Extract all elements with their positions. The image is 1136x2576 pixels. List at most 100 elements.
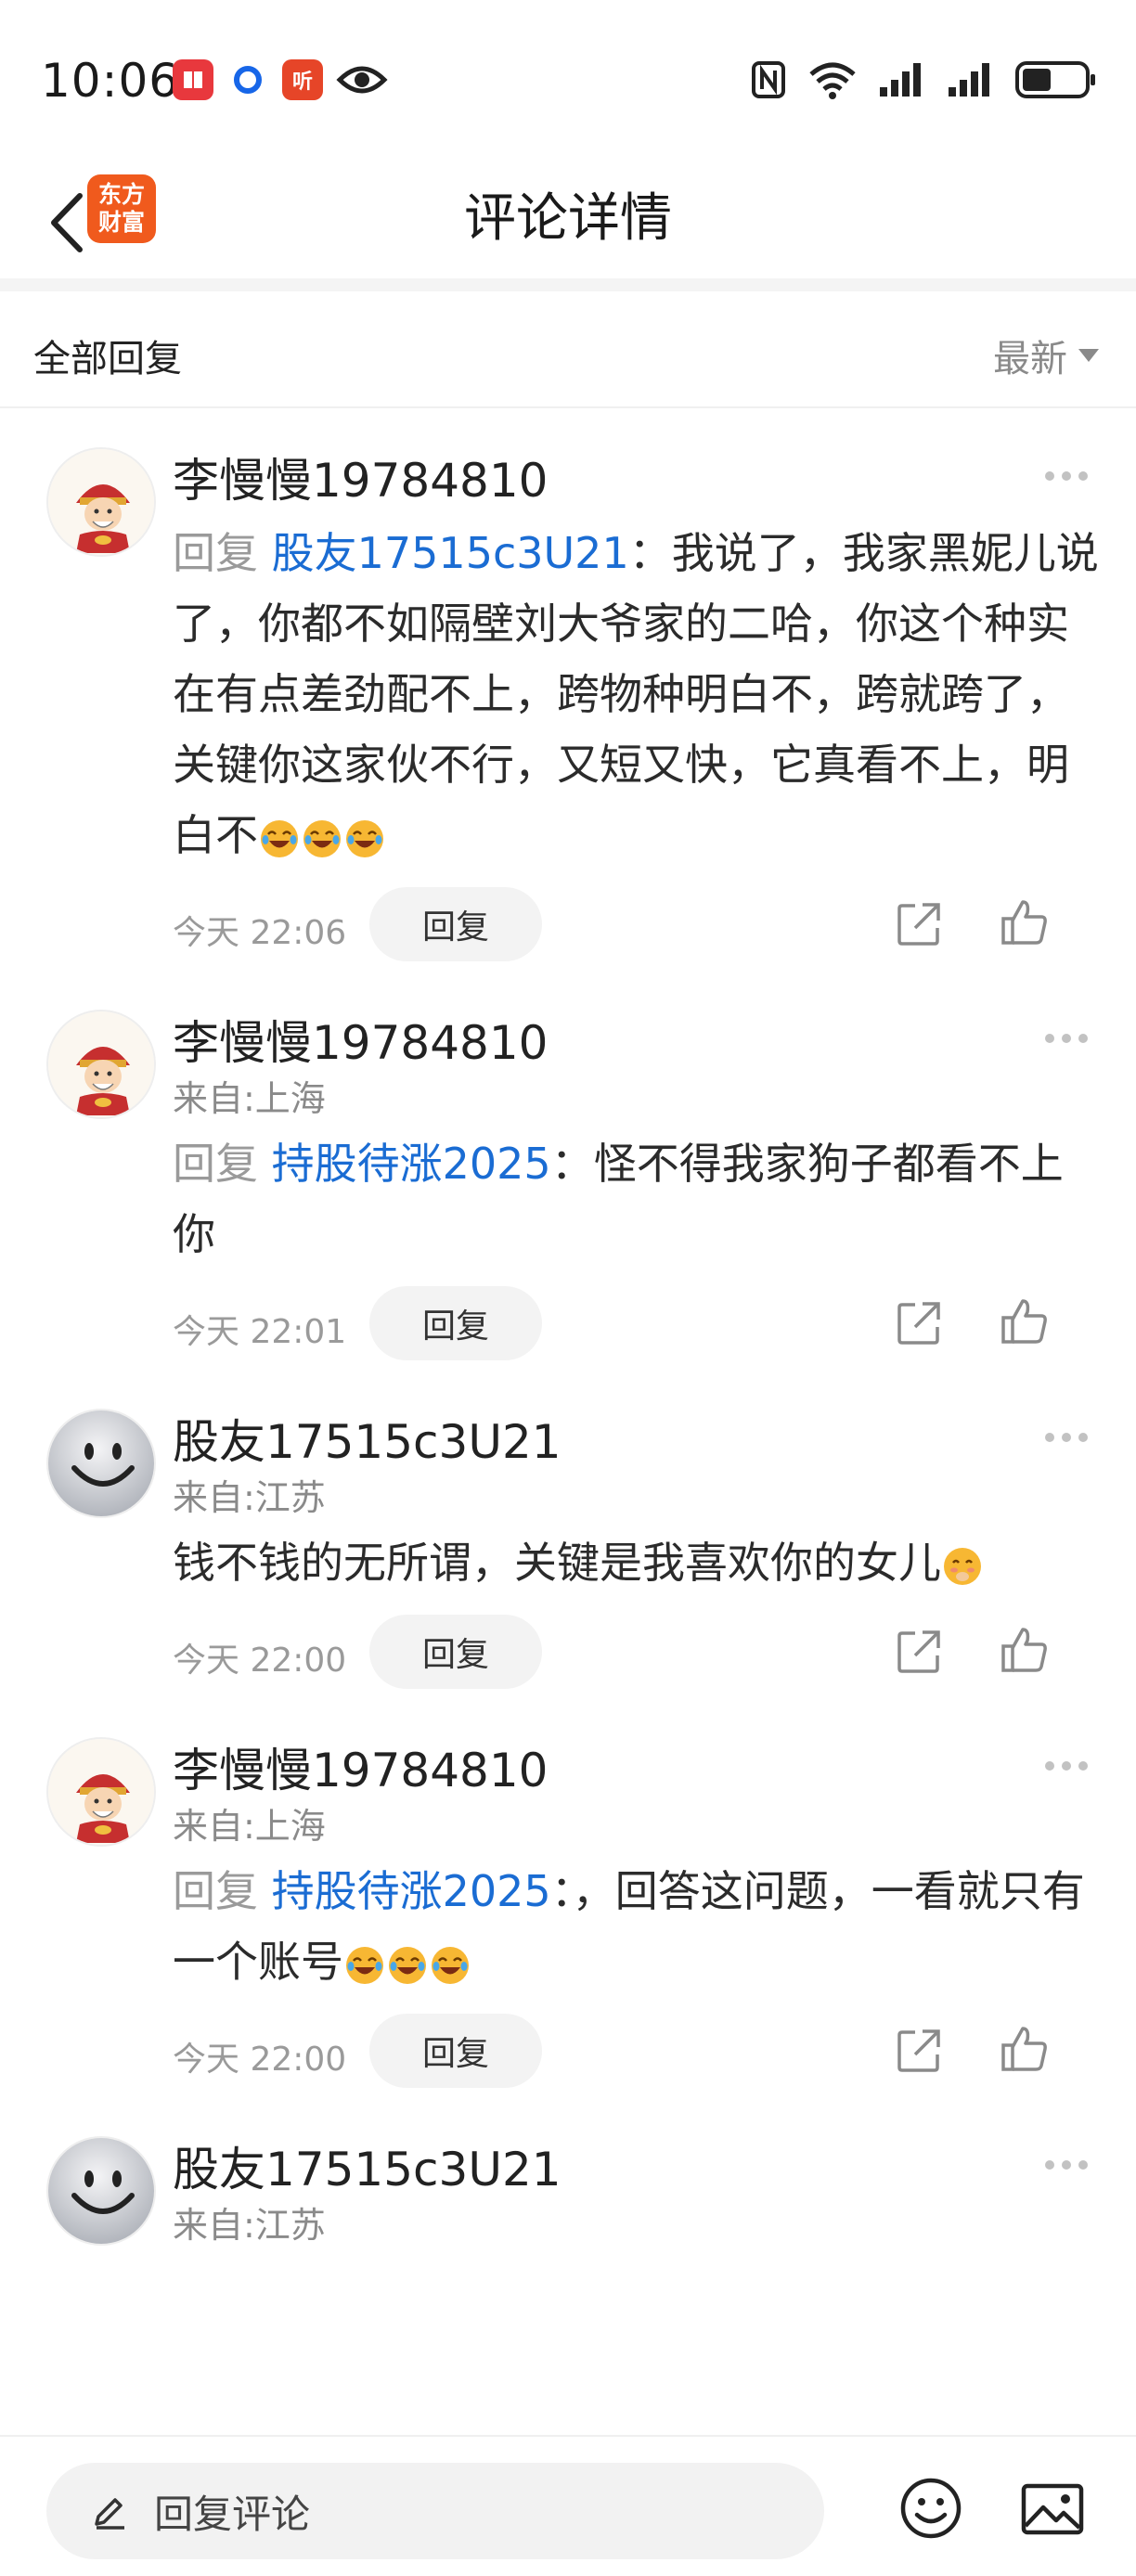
logo-line2: 财富 xyxy=(97,209,145,236)
reply-target-user[interactable]: 持股待涨2025 xyxy=(272,1866,551,1916)
logo-line1: 东方 xyxy=(97,181,145,208)
header: 评论详情 东方 财富 xyxy=(0,167,1136,278)
emoji-button[interactable] xyxy=(898,2476,963,2544)
share-icon xyxy=(897,903,940,946)
listen-app-icon: 听 xyxy=(282,59,323,100)
comment-item: 股友17515c3U21 来自:江苏 xyxy=(0,2097,1136,2249)
comment-list: 李慢慢19784810 回复 股友17515c3U21：我说了，我家黑妮儿说了，你… xyxy=(0,408,1136,2435)
reply-prefix: 回复 xyxy=(173,528,258,578)
avatar[interactable] xyxy=(46,2136,156,2246)
share-button[interactable] xyxy=(895,2027,943,2079)
comment-item: 李慢慢19784810 回复 股友17515c3U21：我说了，我家黑妮儿说了，你… xyxy=(0,408,1136,971)
comment-item: 李慢慢19784810 来自:上海回复 持股待涨2025：，回答这问题，一看就只有… xyxy=(0,1698,1136,2097)
status-bar: 10:06 听 xyxy=(0,0,1136,167)
reply-prefix: 回复 xyxy=(173,1866,258,1916)
thumbs-up-icon xyxy=(1001,1299,1047,1344)
reply-prefix: 回复 xyxy=(173,1139,258,1189)
more-options-icon[interactable] xyxy=(1045,471,1088,481)
avatar[interactable] xyxy=(46,1737,156,1847)
comment-author[interactable]: 李慢慢19784810 xyxy=(173,1011,1099,1075)
status-time: 10:06 xyxy=(41,54,180,108)
shy-emoji xyxy=(944,1547,981,1585)
more-options-icon[interactable] xyxy=(1045,2160,1088,2170)
share-button[interactable] xyxy=(895,1299,943,1351)
laugh-cry-emoji xyxy=(346,1946,383,1984)
comment-item: 李慢慢19784810 来自:上海回复 持股待涨2025：怪不得我家狗子都看不上你… xyxy=(0,971,1136,1370)
like-button[interactable] xyxy=(999,2023,1051,2079)
nfc-icon xyxy=(752,61,785,98)
comment-meta: 今天 22:01 回复 xyxy=(173,1281,1099,1370)
more-options-icon[interactable] xyxy=(1045,1034,1088,1043)
system-icons xyxy=(750,59,1095,100)
notification-icons: 听 xyxy=(173,59,388,100)
thumbs-up-icon xyxy=(1001,2027,1047,2071)
more-options-icon[interactable] xyxy=(1045,1761,1088,1771)
comment-text: 钱不钱的无所谓，关键是我喜欢你的女儿 xyxy=(173,1527,1099,1598)
comment-meta: 今天 22:06 回复 xyxy=(173,882,1099,971)
comment-time: 今天 22:00 xyxy=(173,1642,347,1680)
share-button[interactable] xyxy=(895,1628,943,1680)
avatar[interactable] xyxy=(46,1409,156,1518)
bottom-bar: 回复评论 xyxy=(0,2435,1136,2576)
sort-label: 最新 xyxy=(993,338,1067,380)
like-button[interactable] xyxy=(999,1295,1051,1351)
reply-input-placeholder: 回复评论 xyxy=(154,2491,311,2537)
reply-button[interactable]: 回复 xyxy=(369,1286,542,1360)
share-icon xyxy=(897,1630,940,1673)
comment-item: 股友17515c3U21 来自:江苏钱不钱的无所谓，关键是我喜欢你的女儿今天 22… xyxy=(0,1370,1136,1698)
reply-input[interactable]: 回复评论 xyxy=(46,2463,824,2559)
section-divider xyxy=(0,278,1136,291)
comment-time: 今天 22:01 xyxy=(173,1313,347,1351)
image-button[interactable] xyxy=(1021,2483,1084,2539)
like-button[interactable] xyxy=(999,896,1051,952)
signal-icon-2 xyxy=(949,63,989,97)
page-title: 评论详情 xyxy=(464,188,672,249)
comment-time: 今天 22:06 xyxy=(173,914,347,952)
browser-app-icon xyxy=(234,66,262,94)
thumbs-up-icon xyxy=(1001,1628,1047,1672)
avatar[interactable] xyxy=(46,1010,156,1119)
laugh-cry-emoji xyxy=(303,819,341,857)
reply-button[interactable]: 回复 xyxy=(369,2014,542,2088)
comment-location: 来自:江苏 xyxy=(173,1477,326,1518)
comment-author[interactable]: 股友17515c3U21 xyxy=(173,2138,1099,2201)
reply-button[interactable]: 回复 xyxy=(369,887,542,961)
comment-location: 来自:上海 xyxy=(173,1078,326,1119)
smiley-icon xyxy=(900,2478,962,2539)
comment-location: 来自:上海 xyxy=(173,1806,326,1847)
reply-button[interactable]: 回复 xyxy=(369,1615,542,1689)
comment-author[interactable]: 李慢慢19784810 xyxy=(173,1739,1099,1802)
comment-time: 今天 22:00 xyxy=(173,2041,347,2079)
signal-icon-1 xyxy=(880,63,921,97)
eye-icon xyxy=(336,66,388,94)
more-options-icon[interactable] xyxy=(1045,1433,1088,1442)
pencil-icon xyxy=(95,2498,124,2530)
chevron-left-icon xyxy=(51,193,83,252)
comment-text: 回复 持股待涨2025：，回答这问题，一看就只有一个账号 xyxy=(173,1856,1099,1997)
comment-author[interactable]: 李慢慢19784810 xyxy=(173,449,1099,512)
avatar[interactable] xyxy=(46,447,156,557)
laugh-cry-emoji xyxy=(432,1946,469,1984)
comment-meta: 今天 22:00 回复 xyxy=(173,2008,1099,2097)
section-title: 全部回复 xyxy=(33,338,182,380)
battery-icon xyxy=(1015,61,1095,98)
laugh-cry-emoji xyxy=(389,1946,426,1984)
comment-author[interactable]: 股友17515c3U21 xyxy=(173,1410,1099,1474)
thumbs-up-icon xyxy=(1001,900,1047,945)
like-button[interactable] xyxy=(999,1624,1051,1680)
book-app-icon xyxy=(173,59,213,100)
comment-meta: 今天 22:00 回复 xyxy=(173,1609,1099,1698)
wifi-icon xyxy=(809,62,856,99)
comment-text: 回复 持股待涨2025：怪不得我家狗子都看不上你 xyxy=(173,1128,1099,1269)
caret-down-icon xyxy=(1078,349,1099,362)
brand-logo[interactable]: 东方 财富 xyxy=(87,174,156,243)
replies-section-header: 全部回复 最新 xyxy=(0,291,1136,408)
share-icon xyxy=(897,1302,940,1345)
sort-dropdown[interactable]: 最新 xyxy=(993,328,1099,382)
comment-text: 回复 股友17515c3U21：我说了，我家黑妮儿说了，你都不如隔壁刘大爷家的二… xyxy=(173,518,1099,870)
reply-target-user[interactable]: 持股待涨2025 xyxy=(272,1139,551,1189)
reply-target-user[interactable]: 股友17515c3U21 xyxy=(272,528,629,578)
share-button[interactable] xyxy=(895,900,943,952)
image-icon xyxy=(1021,2483,1084,2535)
laugh-cry-emoji xyxy=(346,819,383,857)
